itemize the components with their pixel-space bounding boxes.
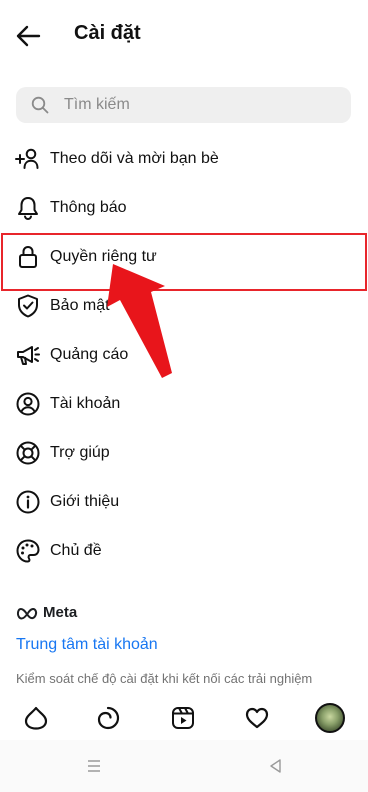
arrow-left-icon <box>16 25 41 47</box>
menu-item-notifications[interactable]: Thông báo <box>0 184 368 232</box>
menu-item-label: Trợ giúp <box>50 444 110 461</box>
system-nav-bar <box>0 740 368 792</box>
search-placeholder: Tìm kiếm <box>64 96 130 113</box>
menu-item-account[interactable]: Tài khoản <box>0 380 368 428</box>
tab-reels[interactable] <box>167 702 199 734</box>
lifebuoy-icon <box>14 439 42 467</box>
accounts-center-description: Kiểm soát chế độ cài đặt khi kết nối các… <box>16 671 313 686</box>
header: Cài đặt <box>0 0 368 70</box>
home-system-button[interactable] <box>172 754 196 778</box>
home-system-icon <box>176 758 192 774</box>
add-person-icon <box>14 145 42 173</box>
recents-button[interactable] <box>82 754 106 778</box>
menu-item-label: Quảng cáo <box>50 346 129 363</box>
search-icon <box>30 95 50 115</box>
tab-activity[interactable] <box>241 702 273 734</box>
menu-item-label: Bảo mật <box>50 297 110 314</box>
menu-item-help[interactable]: Trợ giúp <box>0 429 368 477</box>
tab-home[interactable] <box>20 702 52 734</box>
palette-icon <box>14 537 42 565</box>
meta-text: Meta <box>43 604 78 621</box>
menu-item-label: Giới thiệu <box>50 493 120 510</box>
profile-avatar <box>315 703 345 733</box>
search-input[interactable]: Tìm kiếm <box>16 87 351 123</box>
back-button[interactable] <box>10 18 46 54</box>
account-circle-icon <box>14 390 42 418</box>
meta-brand: Meta <box>16 604 77 621</box>
menu-item-ads[interactable]: Quảng cáo <box>0 331 368 379</box>
tab-bar <box>0 696 368 740</box>
back-system-icon <box>270 759 281 773</box>
reels-icon <box>172 707 194 729</box>
page-title: Cài đặt <box>74 22 141 44</box>
heart-icon <box>245 707 269 729</box>
meta-logo-icon <box>16 607 38 620</box>
menu-item-label: Thông báo <box>50 199 127 216</box>
menu-item-follow-invite[interactable]: Theo dõi và mời bạn bè <box>0 135 368 183</box>
tab-profile[interactable] <box>314 702 346 734</box>
tab-search[interactable] <box>92 702 124 734</box>
back-system-button[interactable] <box>264 754 288 778</box>
highlight-box <box>1 233 367 291</box>
menu-item-theme[interactable]: Chủ đề <box>0 527 368 575</box>
menu-item-label: Chủ đề <box>50 542 102 559</box>
menu-item-label: Tài khoản <box>50 395 121 412</box>
menu-item-label: Theo dõi và mời bạn bè <box>50 150 219 167</box>
info-icon <box>14 488 42 516</box>
accounts-center-link[interactable]: Trung tâm tài khoản <box>16 636 158 654</box>
home-icon <box>24 706 48 730</box>
menu-item-about[interactable]: Giới thiệu <box>0 478 368 526</box>
bell-icon <box>14 194 42 222</box>
recents-icon <box>88 760 100 772</box>
shield-check-icon <box>14 292 42 320</box>
megaphone-icon <box>14 341 42 369</box>
search-tab-icon <box>97 706 120 730</box>
